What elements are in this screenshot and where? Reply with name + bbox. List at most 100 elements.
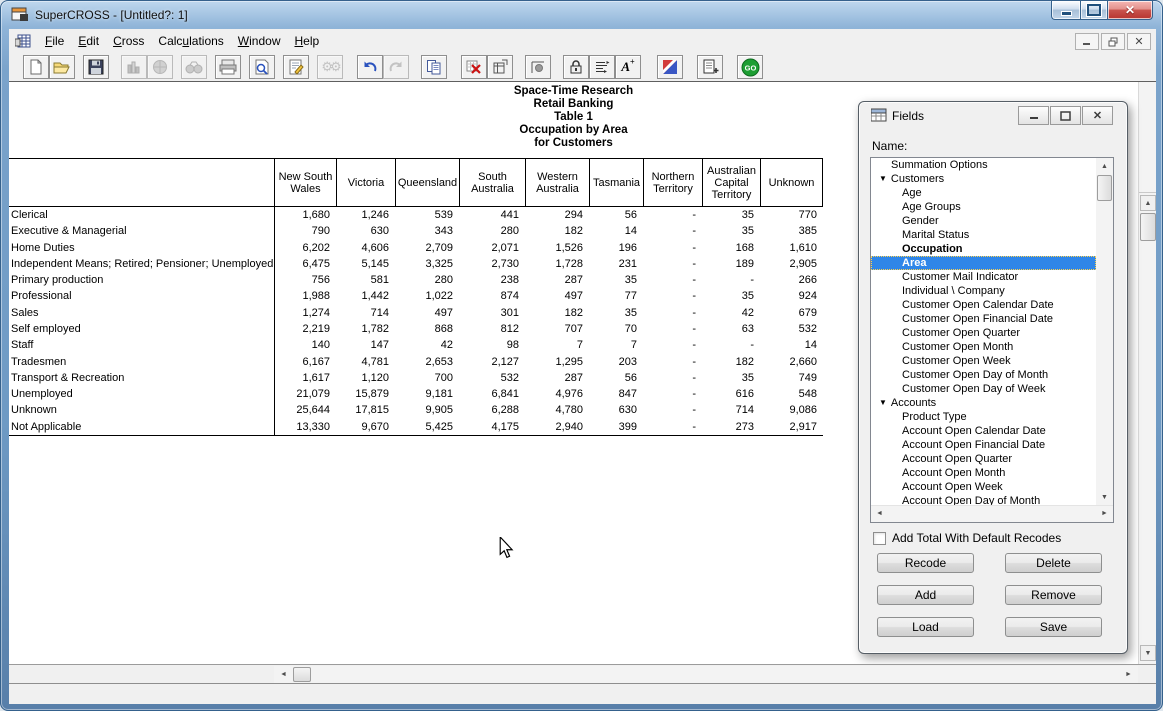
table-cell[interactable]: 203 [589,356,643,368]
table-cell[interactable]: 441 [459,209,525,221]
row-header[interactable]: Professional [9,290,274,302]
table-cell[interactable]: 70 [589,323,643,335]
mdi-restore-button[interactable] [1101,33,1125,50]
row-header[interactable]: Clerical [9,209,274,221]
menu-cross[interactable]: Cross [106,31,151,51]
table-cell[interactable]: 294 [525,209,589,221]
table-cell[interactable]: 9,181 [395,388,459,400]
dialog-maximize-button[interactable] [1050,106,1081,125]
table-cell[interactable]: 4,780 [525,404,589,416]
table-cell[interactable]: - [643,307,702,319]
field-item-product-type[interactable]: Product Type [871,410,1096,424]
toolbar-button-map[interactable] [657,55,683,79]
table-cell[interactable]: 1,022 [395,290,459,302]
row-header[interactable]: Unknown [9,404,274,416]
toolbar-button-copy[interactable] [421,55,447,79]
table-cell[interactable]: 35 [702,209,760,221]
column-header[interactable]: Western Australia [525,159,589,206]
field-item-account-open-quarter[interactable]: Account Open Quarter [871,452,1096,466]
table-cell[interactable]: 385 [760,225,823,237]
table-cell[interactable]: 238 [459,274,525,286]
column-header[interactable]: Tasmania [589,159,643,206]
menu-calculations[interactable]: Calculations [151,31,230,51]
mdi-close-button[interactable]: ✕ [1127,33,1151,50]
list-scroll-right-button[interactable]: ► [1097,506,1112,521]
toolbar-button-delete-table[interactable] [461,55,487,79]
row-header[interactable]: Home Duties [9,242,274,254]
toolbar-button-new-table[interactable] [487,55,513,79]
table-cell[interactable]: 1,295 [525,356,589,368]
save-button[interactable]: Save [1005,617,1102,637]
table-cell[interactable]: 7 [589,339,643,351]
table-cell[interactable]: 42 [702,307,760,319]
recode-button[interactable]: Recode [877,553,974,573]
table-cell[interactable]: 189 [702,258,760,270]
table-cell[interactable]: 679 [760,307,823,319]
field-item-customer-open-day-of-month[interactable]: Customer Open Day of Month [871,368,1096,382]
toolbar-button-edit-report[interactable] [283,55,309,79]
table-cell[interactable]: 497 [395,307,459,319]
table-cell[interactable]: - [643,339,702,351]
table-cell[interactable]: - [643,388,702,400]
table-cell[interactable]: - [643,258,702,270]
table-cell[interactable]: 2,917 [760,421,823,433]
table-cell[interactable]: 14 [589,225,643,237]
field-item-marital-status[interactable]: Marital Status [871,228,1096,242]
table-cell[interactable]: 6,288 [459,404,525,416]
remove-button[interactable]: Remove [1005,585,1102,605]
menu-edit[interactable]: Edit [71,31,106,51]
table-cell[interactable]: 399 [589,421,643,433]
table-cell[interactable]: 2,709 [395,242,459,254]
table-cell[interactable]: 616 [702,388,760,400]
column-header[interactable]: South Australia [459,159,525,206]
table-cell[interactable]: 2,127 [459,356,525,368]
table-cell[interactable]: - [643,290,702,302]
table-cell[interactable]: 2,219 [274,323,336,335]
table-cell[interactable]: 280 [395,274,459,286]
table-cell[interactable]: 2,071 [459,242,525,254]
table-cell[interactable]: 5,145 [336,258,395,270]
close-button[interactable]: ✕ [1108,1,1153,20]
row-header[interactable]: Executive & Managerial [9,225,274,237]
dialog-close-button[interactable]: ✕ [1082,106,1113,125]
minimize-button[interactable] [1051,1,1080,20]
table-cell[interactable]: - [643,372,702,384]
table-cell[interactable]: 21,079 [274,388,336,400]
table-cell[interactable]: 1,246 [336,209,395,221]
row-header[interactable]: Unemployed [9,388,274,400]
toolbar-button-new-document[interactable] [23,55,49,79]
row-header[interactable]: Primary production [9,274,274,286]
add-button[interactable]: Add [877,585,974,605]
field-item-customers[interactable]: ▼Customers [871,172,1096,186]
table-cell[interactable]: 77 [589,290,643,302]
table-cell[interactable]: 196 [589,242,643,254]
table-cell[interactable]: 4,175 [459,421,525,433]
table-cell[interactable]: 868 [395,323,459,335]
field-item-accounts[interactable]: ▼Accounts [871,396,1096,410]
field-item-customer-open-week[interactable]: Customer Open Week [871,354,1096,368]
row-header[interactable]: Tradesmen [9,356,274,368]
table-cell[interactable]: 714 [336,307,395,319]
column-header[interactable]: Australian Capital Territory [702,159,760,206]
table-cell[interactable]: 35 [702,225,760,237]
table-cell[interactable]: 147 [336,339,395,351]
table-cell[interactable]: 5,425 [395,421,459,433]
table-cell[interactable]: 2,653 [395,356,459,368]
menu-file[interactable]: File [38,31,71,51]
field-item-customer-mail-indicator[interactable]: Customer Mail Indicator [871,270,1096,284]
row-header[interactable]: Transport & Recreation [9,372,274,384]
table-cell[interactable]: 847 [589,388,643,400]
table-cell[interactable]: 1,610 [760,242,823,254]
list-scroll-up-button[interactable]: ▲ [1097,159,1112,174]
toolbar-button-font[interactable]: A+ [615,55,641,79]
table-cell[interactable]: 287 [525,372,589,384]
table-cell[interactable]: 6,841 [459,388,525,400]
list-scroll-down-button[interactable]: ▼ [1097,490,1112,505]
field-item-account-open-month[interactable]: Account Open Month [871,466,1096,480]
field-item-customer-open-calendar-date[interactable]: Customer Open Calendar Date [871,298,1096,312]
row-header[interactable]: Independent Means; Retired; Pensioner; U… [9,258,274,270]
hscroll-left-button[interactable]: ◄ [276,667,291,682]
table-cell[interactable]: 231 [589,258,643,270]
table-cell[interactable]: - [643,421,702,433]
field-item-account-open-calendar-date[interactable]: Account Open Calendar Date [871,424,1096,438]
